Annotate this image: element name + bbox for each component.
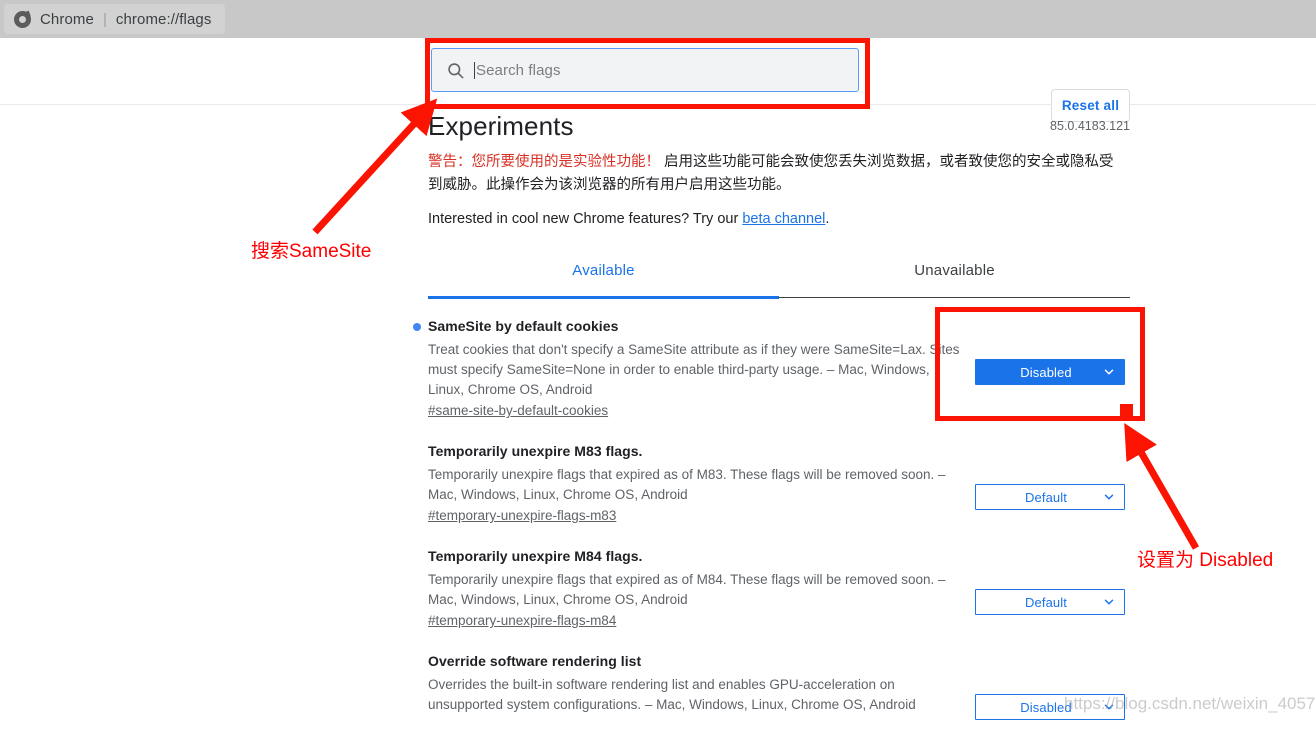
chevron-down-icon bbox=[1104, 599, 1114, 605]
flag-state-value: Disabled bbox=[1020, 364, 1072, 380]
tab-selected-underline bbox=[428, 296, 779, 299]
page-url-label: chrome://flags bbox=[115, 10, 212, 28]
search-placeholder-label: Search flags bbox=[476, 61, 561, 79]
flag-entry: SameSite by default cookies Treat cookie… bbox=[413, 317, 1130, 442]
app-name-label: Chrome bbox=[40, 10, 94, 28]
flag-state-select[interactable]: Default bbox=[975, 589, 1125, 615]
watermark-text: https://blog.csdn.net/weixin_40571937 bbox=[1064, 694, 1316, 713]
title-separator: | bbox=[102, 10, 107, 28]
beta-suffix-text: . bbox=[825, 211, 830, 227]
beta-channel-link[interactable]: beta channel bbox=[742, 211, 825, 227]
chevron-down-icon bbox=[1104, 494, 1114, 500]
flag-title: Override software rendering list bbox=[428, 652, 960, 671]
flag-title: Temporarily unexpire M83 flags. bbox=[428, 442, 960, 461]
search-icon bbox=[448, 62, 464, 78]
flag-entry: Temporarily unexpire M84 flags. Temporar… bbox=[428, 547, 1130, 652]
annotation-arrow-select bbox=[1124, 423, 1200, 550]
chevron-down-icon bbox=[1104, 369, 1114, 375]
flag-title-label: Override software rendering list bbox=[428, 653, 642, 669]
flag-title-label: Temporarily unexpire M83 flags. bbox=[428, 443, 643, 459]
chrome-version-label: 85.0.4183.121 bbox=[1050, 119, 1130, 133]
tab-unavailable[interactable]: Unavailable bbox=[779, 253, 1130, 289]
browser-title-bar: Chrome | chrome://flags bbox=[0, 0, 1316, 38]
text-caret bbox=[474, 61, 475, 79]
flag-text-block: Temporarily unexpire M84 flags. Temporar… bbox=[428, 547, 960, 630]
flag-entry: Override software rendering list Overrid… bbox=[428, 652, 1130, 737]
flag-anchor-link[interactable]: #temporary-unexpire-flags-m83 bbox=[428, 508, 616, 523]
flag-title-label: SameSite by default cookies bbox=[428, 318, 619, 334]
app-identity-pill: Chrome | chrome://flags bbox=[4, 4, 226, 34]
flag-description: Overrides the built-in software renderin… bbox=[428, 677, 916, 712]
flag-state-value: Default bbox=[1025, 594, 1067, 610]
flag-description: Treat cookies that don't specify a SameS… bbox=[428, 342, 960, 397]
beta-channel-line: Interested in cool new Chrome features? … bbox=[428, 211, 1130, 227]
flag-title-label: Temporarily unexpire M84 flags. bbox=[428, 548, 643, 564]
annotation-label-search: 搜索SameSite bbox=[251, 241, 372, 262]
flag-text-block: Temporarily unexpire M83 flags. Temporar… bbox=[428, 442, 960, 525]
flag-title: SameSite by default cookies bbox=[413, 317, 960, 336]
search-input[interactable]: Search flags bbox=[431, 48, 859, 92]
flags-tabs: Available Unavailable bbox=[428, 253, 1130, 299]
tab-available[interactable]: Available bbox=[428, 253, 779, 289]
flag-entry: Temporarily unexpire M83 flags. Temporar… bbox=[428, 442, 1130, 547]
flag-modified-dot-icon bbox=[413, 323, 421, 331]
flag-state-select[interactable]: Default bbox=[975, 484, 1125, 510]
flags-search-header: Search flags Reset all bbox=[0, 38, 1316, 122]
flag-anchor-link[interactable]: #temporary-unexpire-flags-m84 bbox=[428, 613, 616, 628]
flag-state-select[interactable]: Disabled bbox=[975, 359, 1125, 385]
flag-description: Temporarily unexpire flags that expired … bbox=[428, 467, 946, 502]
chrome-logo-icon bbox=[14, 10, 31, 28]
flag-text-block: SameSite by default cookies Treat cookie… bbox=[413, 317, 960, 420]
flag-anchor-link[interactable]: #same-site-by-default-cookies bbox=[428, 403, 608, 418]
flag-state-value: Default bbox=[1025, 489, 1067, 505]
flags-content-column: Experiments 85.0.4183.121 警告：您所要使用的是实验性功… bbox=[413, 105, 1130, 737]
page-title: Experiments bbox=[428, 111, 574, 141]
beta-prefix-text: Interested in cool new Chrome features? … bbox=[428, 211, 743, 227]
flag-description: Temporarily unexpire flags that expired … bbox=[428, 572, 946, 607]
experiments-header-row: Experiments 85.0.4183.121 bbox=[428, 105, 1130, 145]
flags-list: SameSite by default cookies Treat cookie… bbox=[413, 317, 1130, 737]
flag-title: Temporarily unexpire M84 flags. bbox=[428, 547, 960, 566]
annotation-arrow-search bbox=[312, 98, 438, 235]
warning-highlight-text: 警告：您所要使用的是实验性功能！ bbox=[428, 154, 660, 170]
experiments-warning: 警告：您所要使用的是实验性功能！ 启用这些功能可能会致使您丢失浏览数据，或者致使… bbox=[428, 151, 1128, 197]
annotation-label-select: 设置为 Disabled bbox=[1137, 550, 1274, 571]
flag-text-block: Override software rendering list Overrid… bbox=[428, 652, 960, 715]
